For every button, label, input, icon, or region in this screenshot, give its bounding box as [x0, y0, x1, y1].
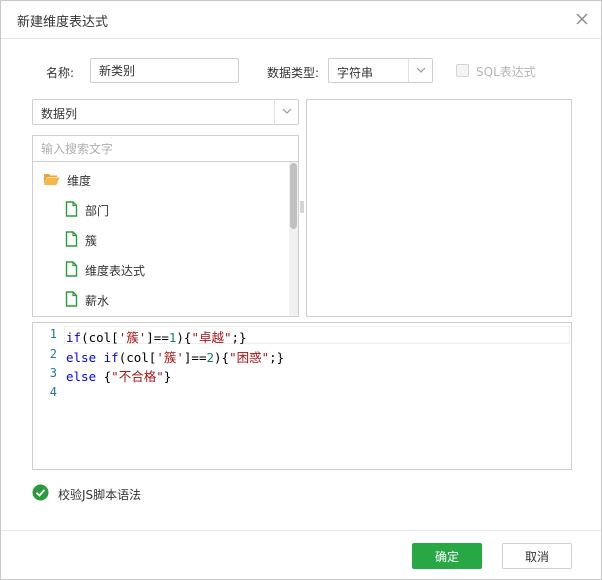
search-input[interactable] — [32, 135, 299, 161]
name-input[interactable] — [90, 58, 239, 83]
sql-checkbox-box[interactable] — [456, 64, 469, 77]
code-line[interactable]: else {"不合格"} — [66, 366, 171, 385]
new-dimension-expression-dialog: 新建维度表达式 名称: 数据类型: 字符串 SQL表达式 数据列 — [0, 0, 602, 580]
tree-scroll-thumb[interactable] — [290, 163, 297, 229]
tree-item-label: 薪水 — [85, 293, 110, 308]
source-select-value: 数据列 — [41, 107, 78, 121]
vertical-splitter-handle[interactable] — [300, 201, 304, 213]
dialog-footer: 确定 取消 — [1, 530, 601, 580]
field-tree: 维度 部门 簇 维度表达式 薪水 — [32, 161, 299, 317]
code-line[interactable]: else if(col['簇']==2){"困惑";} — [66, 347, 284, 366]
check-circle-icon[interactable] — [32, 484, 49, 504]
line-number: 2 — [49, 347, 57, 361]
data-type-select[interactable]: 字符串 — [328, 58, 433, 83]
tree-item-label: 簇 — [85, 233, 98, 248]
line-number-gutter: 1 2 3 4 — [33, 323, 61, 469]
tree-item-dimension[interactable]: 维度 — [43, 169, 91, 191]
chevron-down-icon[interactable] — [274, 100, 298, 124]
file-icon — [65, 260, 78, 280]
file-icon — [65, 230, 78, 250]
folder-open-icon — [43, 172, 60, 189]
tree-scrollbar[interactable] — [289, 162, 298, 316]
validate-label: 校验JS脚本语法 — [58, 487, 142, 502]
chevron-down-icon[interactable] — [408, 59, 432, 82]
tree-item-field[interactable]: 簇 — [65, 229, 97, 251]
file-icon — [65, 290, 78, 310]
file-icon — [65, 200, 78, 220]
line-number: 4 — [49, 385, 57, 399]
tree-item-label: 维度 — [67, 173, 92, 188]
source-select[interactable]: 数据列 — [32, 99, 299, 125]
function-detail-panel — [306, 99, 572, 317]
line-number: 1 — [49, 327, 57, 341]
tree-item-field[interactable]: 部门 — [65, 199, 109, 221]
cancel-button[interactable]: 取消 — [502, 543, 572, 569]
tree-item-field[interactable]: 薪水 — [65, 289, 109, 311]
dialog-titlebar: 新建维度表达式 — [1, 1, 601, 39]
tree-item-field[interactable]: 维度表达式 — [65, 259, 145, 281]
expression-code-editor[interactable]: 1 2 3 4 if(col['簇']==1){"卓越";} else if(c… — [32, 322, 572, 470]
sql-checkbox-label: SQL表达式 — [476, 65, 536, 79]
name-label: 名称: — [46, 66, 75, 80]
line-number: 3 — [49, 366, 57, 380]
tree-item-label: 部门 — [85, 203, 110, 218]
dialog-title: 新建维度表达式 — [17, 15, 109, 30]
tree-item-label: 维度表达式 — [85, 263, 146, 278]
validate-js-syntax[interactable]: 校验JS脚本语法 — [32, 484, 142, 504]
code-line[interactable]: if(col['簇']==1){"卓越";} — [66, 327, 247, 346]
close-icon[interactable] — [575, 12, 589, 26]
data-type-label: 数据类型: — [267, 66, 320, 80]
ok-button[interactable]: 确定 — [412, 543, 482, 569]
data-type-value: 字符串 — [337, 66, 374, 80]
